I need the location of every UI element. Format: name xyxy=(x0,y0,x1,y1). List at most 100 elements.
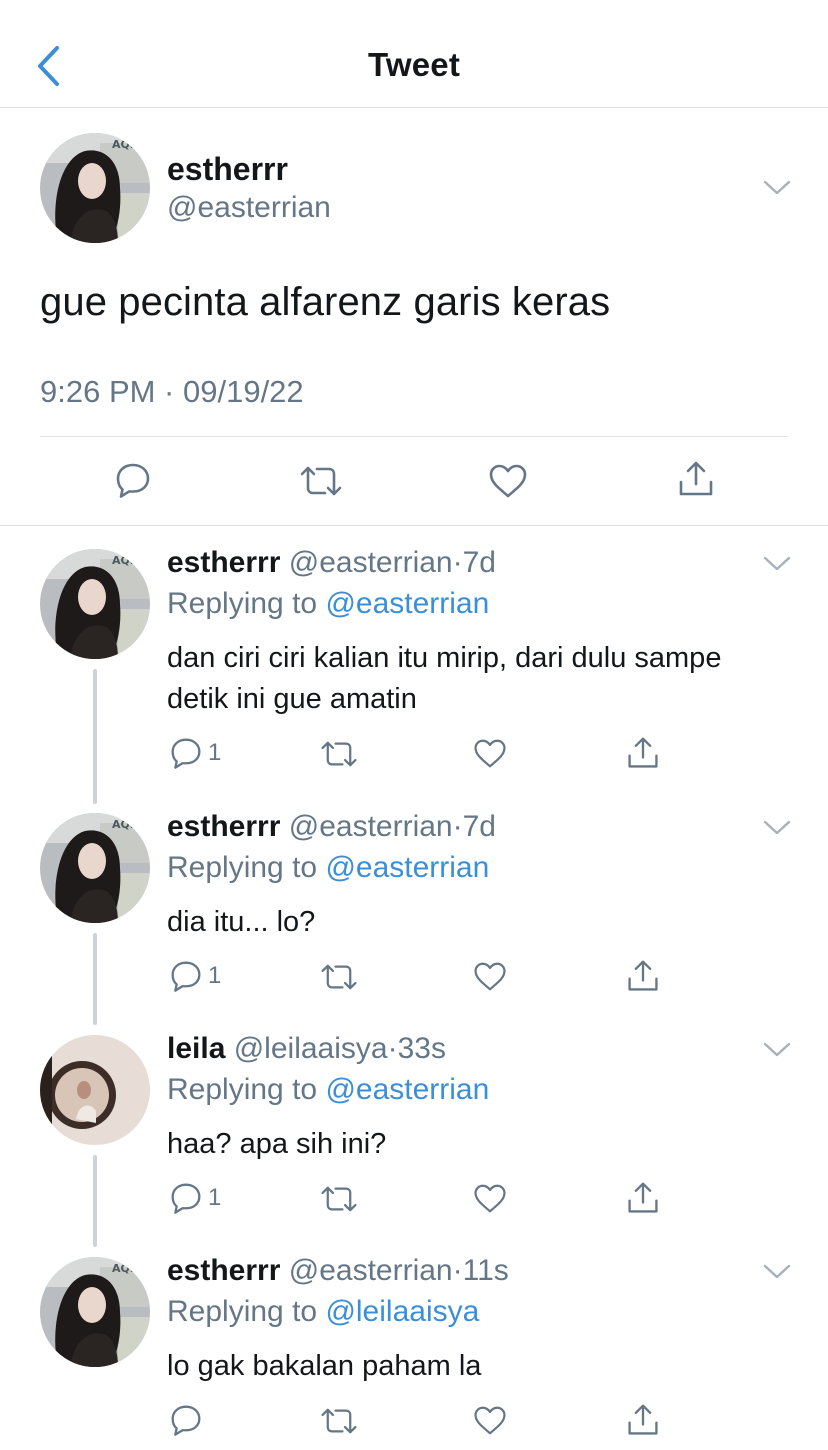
reply-text: dan ciri ciri kalian itu mirip, dari dul… xyxy=(167,642,722,715)
retweet-icon xyxy=(320,1406,358,1436)
main-tweet: estherrr @easterrian gue pecinta alfaren… xyxy=(0,108,828,526)
mention-link[interactable]: @easterrian xyxy=(325,1073,489,1106)
mention-link[interactable]: @easterrian xyxy=(325,587,489,620)
more-options-button[interactable] xyxy=(763,820,791,841)
author-handle[interactable]: @easterrian xyxy=(289,1254,453,1287)
share-icon xyxy=(626,1181,660,1215)
more-options-button[interactable] xyxy=(763,1042,791,1063)
reply-count: 1 xyxy=(208,962,222,989)
like-button[interactable] xyxy=(473,1405,507,1436)
reply-count: 1 xyxy=(208,739,222,766)
reply-text: haa? apa sih ini? xyxy=(167,1128,387,1160)
divider xyxy=(40,436,788,437)
reply-icon xyxy=(170,737,202,769)
reply-header: estherrr @easterrian·7d xyxy=(167,546,496,580)
author-name[interactable]: estherrr xyxy=(167,1254,280,1287)
replying-label: Replying to xyxy=(167,851,318,884)
like-button[interactable] xyxy=(473,738,507,769)
like-icon xyxy=(473,738,507,769)
replying-to: Replying to @easterrian xyxy=(167,1073,489,1107)
retweet-button[interactable] xyxy=(320,1406,358,1436)
reply-button[interactable]: 1 xyxy=(170,960,221,992)
author-name[interactable]: estherrr xyxy=(167,546,280,579)
author-name[interactable]: leila xyxy=(167,1032,225,1065)
retweet-button[interactable] xyxy=(299,464,343,498)
reply-tweet[interactable]: estherrr @easterrian·7d Replying to @eas… xyxy=(0,790,828,1026)
share-button[interactable] xyxy=(626,959,660,993)
avatar[interactable] xyxy=(40,133,150,243)
more-options-button[interactable] xyxy=(763,1264,791,1285)
reply-header: estherrr @easterrian·11s xyxy=(167,1254,509,1288)
mention-link[interactable]: @leilaaisya xyxy=(325,1295,479,1328)
avatar[interactable] xyxy=(40,1035,150,1145)
reply-text: lo gak bakalan paham la xyxy=(167,1350,482,1382)
reply-count: 1 xyxy=(208,1184,222,1211)
reply-icon xyxy=(170,960,202,992)
avatar[interactable] xyxy=(40,813,150,923)
thread-line xyxy=(93,669,97,804)
share-button[interactable] xyxy=(626,736,660,770)
retweet-icon xyxy=(299,464,343,498)
retweet-button[interactable] xyxy=(320,739,358,769)
reply-button[interactable] xyxy=(170,1404,208,1436)
more-options-button[interactable] xyxy=(763,180,791,201)
tweet-timestamp: 9:26 PM · 09/19/22 xyxy=(40,374,304,409)
reply-time: 7d xyxy=(462,810,496,843)
author-handle[interactable]: @leilaaisya xyxy=(234,1032,388,1065)
like-button[interactable] xyxy=(488,463,528,499)
separator-dot: · xyxy=(452,1254,463,1287)
separator-dot: · xyxy=(452,546,463,579)
chevron-down-icon xyxy=(763,180,791,196)
avatar[interactable] xyxy=(40,1257,150,1367)
author-name[interactable]: estherrr xyxy=(167,810,280,843)
share-icon xyxy=(626,736,660,770)
replying-label: Replying to xyxy=(167,1073,318,1106)
reply-header: leila @leilaaisya·33s xyxy=(167,1032,446,1066)
reply-text: dia itu... lo? xyxy=(167,906,316,938)
retweet-button[interactable] xyxy=(320,962,358,992)
share-button[interactable] xyxy=(677,460,715,498)
like-button[interactable] xyxy=(473,1183,507,1214)
reply-icon xyxy=(170,1182,202,1214)
reply-tweet[interactable]: estherrr @easterrian·7d Replying to @eas… xyxy=(0,526,828,804)
page-title: Tweet xyxy=(367,46,461,83)
retweet-icon xyxy=(320,962,358,992)
replying-label: Replying to xyxy=(167,1295,318,1328)
tweet-text: gue pecinta alfarenz garis keras xyxy=(40,280,611,324)
replying-to: Replying to @leilaaisya xyxy=(167,1295,479,1329)
chevron-down-icon xyxy=(763,1264,791,1280)
reply-tweet[interactable]: estherrr @easterrian·11s Replying to @le… xyxy=(0,1234,828,1450)
reply-time: 7d xyxy=(462,546,496,579)
author-name[interactable]: estherrr xyxy=(167,151,288,188)
top-bar: Tweet xyxy=(0,0,828,108)
mention-link[interactable]: @easterrian xyxy=(325,851,489,884)
author-handle[interactable]: @easterrian xyxy=(289,810,453,843)
reply-button[interactable]: 1 xyxy=(170,1182,221,1214)
reply-button[interactable]: 1 xyxy=(170,737,221,769)
reply-tweet[interactable]: leila @leilaaisya·33s Replying to @easte… xyxy=(0,1012,828,1248)
share-icon xyxy=(626,959,660,993)
replying-to: Replying to @easterrian xyxy=(167,587,489,621)
like-icon xyxy=(473,1405,507,1436)
chevron-down-icon xyxy=(763,1042,791,1058)
like-icon xyxy=(488,463,528,499)
author-handle[interactable]: @easterrian xyxy=(167,191,331,225)
share-button[interactable] xyxy=(626,1181,660,1215)
chevron-down-icon xyxy=(763,556,791,572)
retweet-icon xyxy=(320,739,358,769)
reply-time: 33s xyxy=(397,1032,446,1065)
retweet-button[interactable] xyxy=(320,1184,358,1214)
replying-to: Replying to @easterrian xyxy=(167,851,489,885)
reply-icon xyxy=(170,1404,202,1436)
share-button[interactable] xyxy=(626,1403,660,1437)
reply-icon xyxy=(115,462,151,498)
reply-button[interactable] xyxy=(115,462,151,498)
retweet-icon xyxy=(320,1184,358,1214)
share-icon xyxy=(677,460,715,498)
like-button[interactable] xyxy=(473,961,507,992)
separator-dot: · xyxy=(387,1032,398,1065)
chevron-down-icon xyxy=(763,820,791,836)
author-handle[interactable]: @easterrian xyxy=(289,546,453,579)
avatar[interactable] xyxy=(40,549,150,659)
more-options-button[interactable] xyxy=(763,556,791,577)
